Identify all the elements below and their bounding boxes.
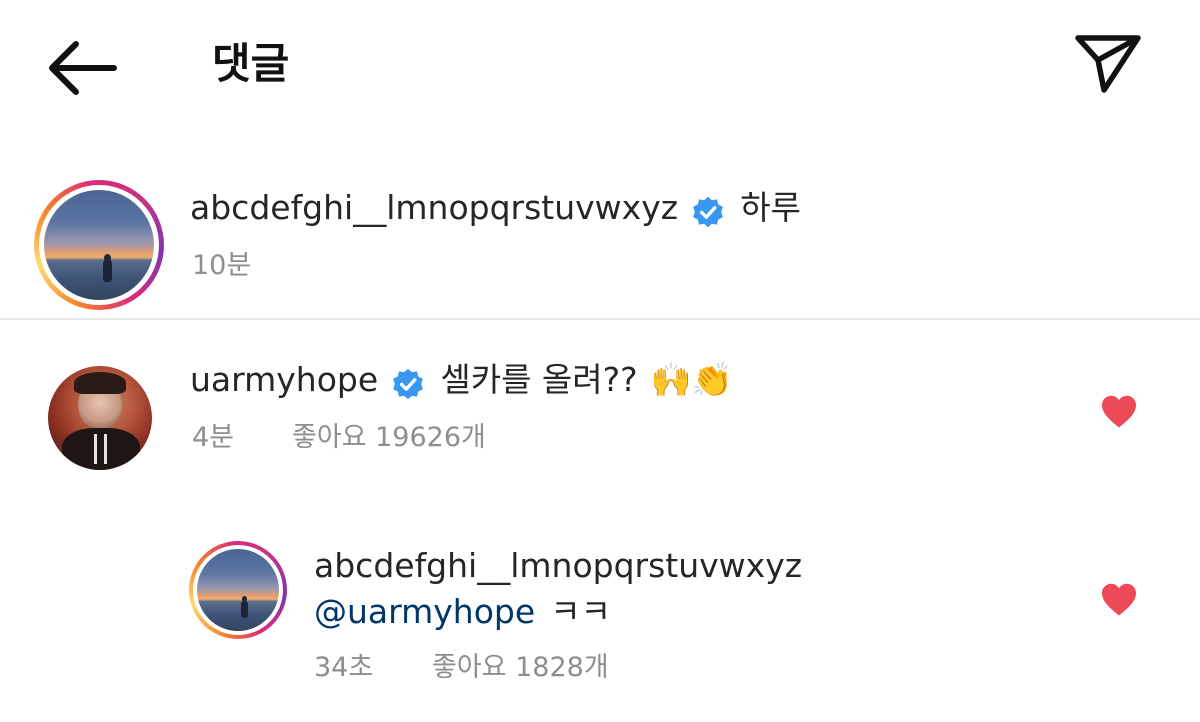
- sunset-photo: [44, 190, 154, 300]
- comment-text: 셀카를 올려??: [440, 360, 638, 399]
- page-title: 댓글: [212, 39, 290, 88]
- divider: [0, 318, 1200, 320]
- like-count[interactable]: 좋아요 19626개: [292, 420, 486, 456]
- like-button[interactable]: [1100, 395, 1138, 433]
- heart-icon: [1102, 583, 1136, 616]
- verified-badge-icon: [393, 368, 424, 399]
- avatar[interactable]: [189, 541, 287, 639]
- paper-plane-icon: [1075, 35, 1141, 93]
- emoji: 🙌👏: [650, 360, 733, 399]
- like-count[interactable]: 좋아요 1828개: [432, 650, 609, 686]
- avatar[interactable]: [48, 366, 152, 470]
- caption-line: abcdefghi__lmnopqrstuvwxyz 하루: [190, 186, 801, 230]
- avatar[interactable]: [34, 180, 164, 310]
- verified-badge-icon: [693, 196, 724, 227]
- back-button[interactable]: [40, 32, 124, 104]
- reply-text: ㅋㅋ: [550, 592, 611, 631]
- reply-line: @uarmyhope ㅋㅋ: [314, 590, 611, 634]
- heart-icon: [1102, 395, 1136, 428]
- reply-time: 34초: [314, 652, 374, 683]
- comment-username[interactable]: uarmyhope: [190, 360, 378, 399]
- like-button[interactable]: [1100, 583, 1138, 621]
- share-button[interactable]: [1066, 26, 1150, 98]
- mention-link[interactable]: @uarmyhope: [314, 592, 535, 631]
- caption-text: 하루: [740, 188, 801, 227]
- comment-time: 4분: [192, 422, 235, 453]
- sunset-photo: [197, 549, 279, 631]
- caption-time: 10분: [192, 250, 252, 281]
- comment-line: uarmyhope 셀카를 올려?? 🙌👏: [190, 358, 733, 402]
- reply-username[interactable]: abcdefghi__lmnopqrstuvwxyz: [314, 544, 802, 588]
- caption-username[interactable]: abcdefghi__lmnopqrstuvwxyz: [190, 188, 678, 227]
- arrow-left-icon: [49, 41, 117, 95]
